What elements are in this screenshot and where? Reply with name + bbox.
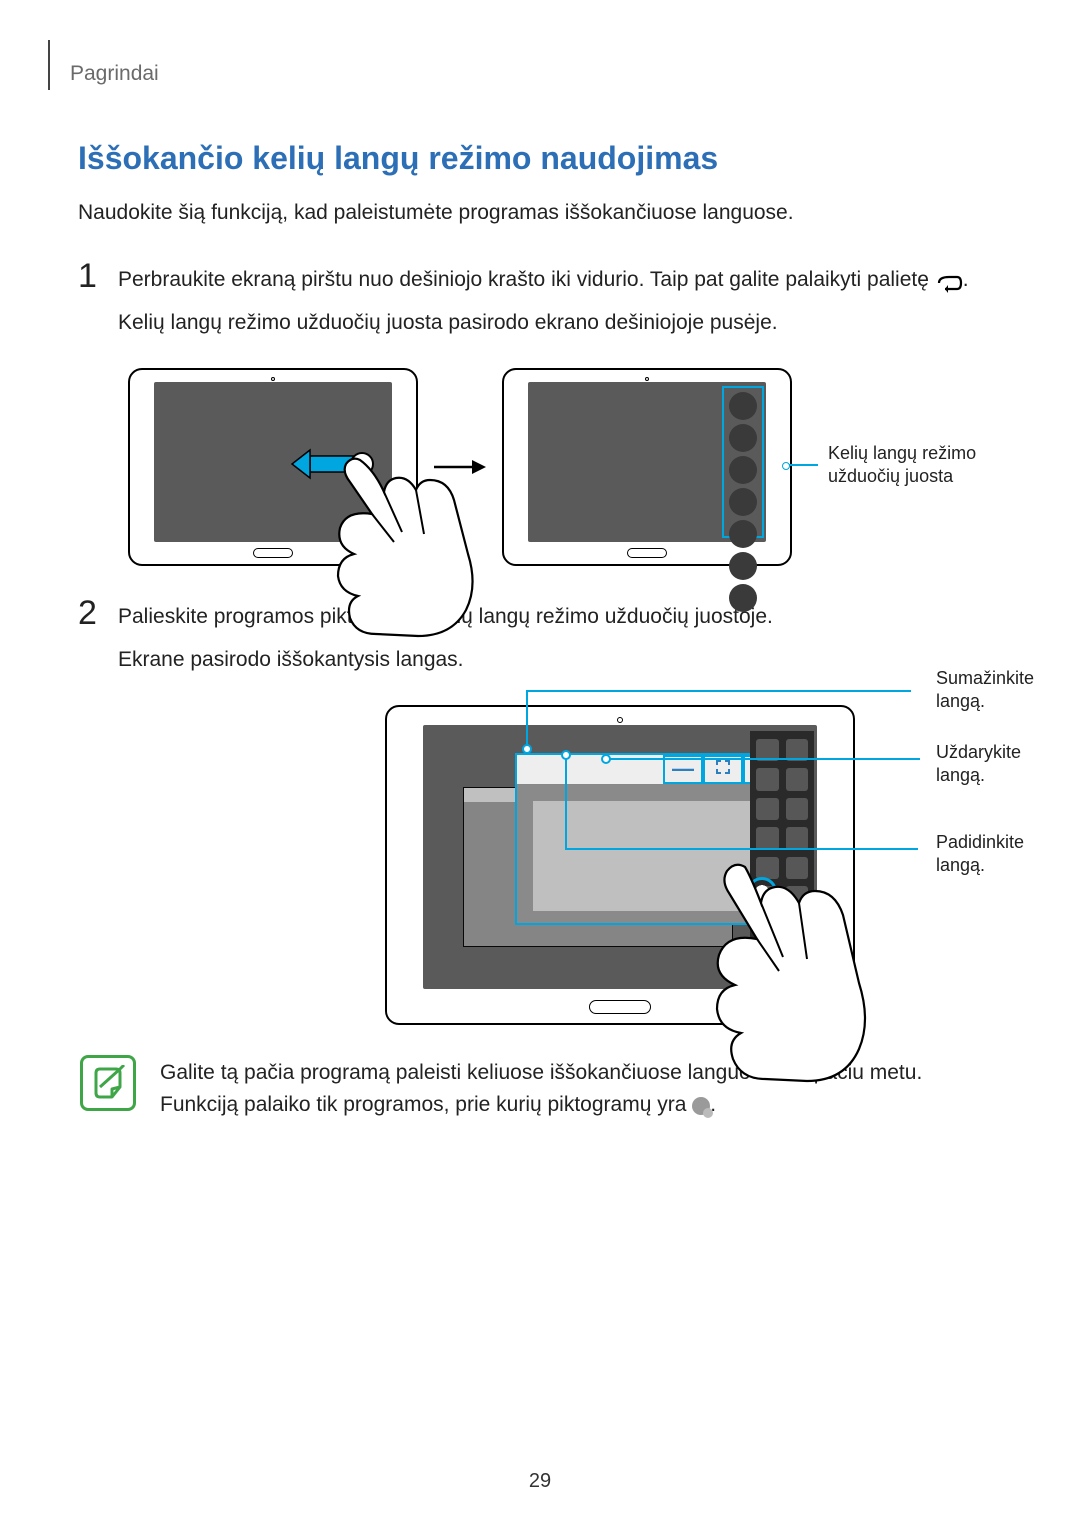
transition-arrow-icon: [432, 458, 488, 476]
multiwindow-taskbar: [722, 386, 764, 538]
note-line1: Galite tą pačia programą paleisti keliuo…: [160, 1057, 922, 1090]
multiwindow-taskbar-large: [750, 731, 814, 983]
note-line2: Funkciją palaiko tik programos, prie kur…: [160, 1089, 922, 1122]
multi-support-icon: [692, 1097, 710, 1115]
fig2-callout-minimize: Sumažinkite langą.: [926, 667, 1034, 714]
step-1-number: 1: [78, 259, 118, 293]
fig2-callout-close: Uždarykite langą.: [926, 741, 1021, 788]
intro-text: Naudokite šią funkciją, kad paleistumėte…: [78, 197, 1002, 229]
figure-2: —⤢× — ✕: [128, 705, 1002, 1025]
page-title: Iššokančio kelių langų režimo naudojimas: [78, 140, 1002, 177]
figure-1: Kelių langų režimo užduočių juosta: [128, 368, 1002, 566]
expand-icon: [715, 759, 731, 780]
step-2: 2 Palieskite programos piktogramą kelių …: [78, 596, 1002, 687]
fig2-callout-maximize: Padidinkite langą.: [926, 831, 1024, 878]
fig1-tablet-before: [128, 368, 418, 566]
fig1-callout-taskbar: Kelių langų režimo užduočių juosta: [788, 442, 976, 489]
swipe-arrow-icon: [288, 446, 374, 482]
minimize-button[interactable]: —: [663, 755, 703, 784]
step-1-text-line1: Perbraukite ekraną pirštu nuo dešiniojo …: [118, 263, 1002, 297]
step-2-text-line2: Ekrane pasirodo iššokantysis langas.: [118, 643, 1002, 677]
step-1-text-line2: Kelių langų režimo užduočių juosta pasir…: [118, 306, 1002, 340]
step-1: 1 Perbraukite ekraną pirštu nuo dešinioj…: [78, 259, 1002, 350]
note-icon: [80, 1055, 136, 1111]
page-number: 29: [0, 1470, 1080, 1493]
step-2-text-line1: Palieskite programos piktogramą kelių la…: [118, 600, 1002, 634]
fig1-tablet-after: [502, 368, 792, 566]
section-header: Pagrindai: [48, 40, 1002, 90]
section-name: Pagrindai: [70, 62, 159, 86]
back-icon: [935, 270, 963, 290]
maximize-button[interactable]: [703, 755, 743, 784]
step-2-number: 2: [78, 596, 118, 630]
note-block: Galite tą pačia programą paleisti keliuo…: [80, 1055, 1002, 1122]
fig2-tablet: —⤢× — ✕: [385, 705, 855, 1025]
popup-window-front: — ✕: [515, 753, 785, 925]
